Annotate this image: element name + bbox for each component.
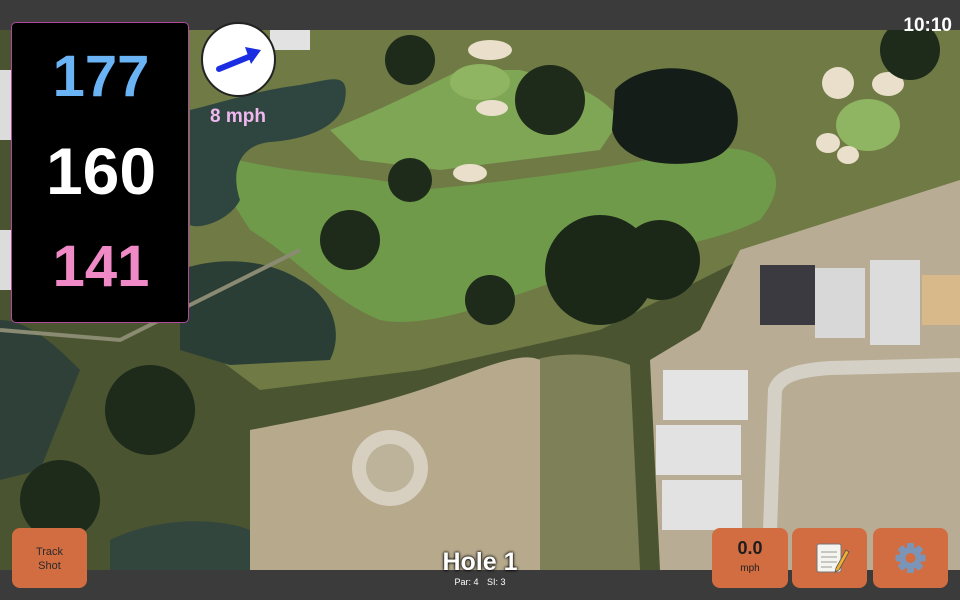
wind-speed: 8 mph	[210, 106, 266, 127]
distance-back: 177	[52, 44, 150, 109]
hole-info: Par: 4 SI: 3	[380, 577, 580, 587]
gear-icon	[895, 543, 926, 573]
speed-value: 0.0	[737, 538, 763, 558]
track-shot-label-line1: Track	[35, 546, 64, 558]
hole-par: Par: 4	[454, 577, 479, 587]
wind-direction-indicator	[201, 22, 276, 97]
settings-button[interactable]	[873, 528, 948, 588]
distance-panel: 177 160 141	[11, 22, 189, 323]
speed-unit: mph	[740, 563, 760, 574]
hole-stroke-index: SI: 3	[487, 577, 506, 587]
hole-title: Hole 1	[442, 548, 518, 576]
clock: 10:10	[903, 15, 952, 36]
notepad-icon	[816, 543, 850, 573]
track-shot-button[interactable]: Track Shot	[12, 528, 87, 588]
distance-front: 141	[52, 234, 150, 299]
distance-middle: 160	[45, 134, 157, 208]
notes-button[interactable]	[792, 528, 867, 588]
track-shot-label-line2: Shot	[38, 560, 61, 572]
speed-button[interactable]: 0.0 mph	[712, 528, 788, 588]
wind-direction-arrow-icon	[216, 47, 261, 72]
